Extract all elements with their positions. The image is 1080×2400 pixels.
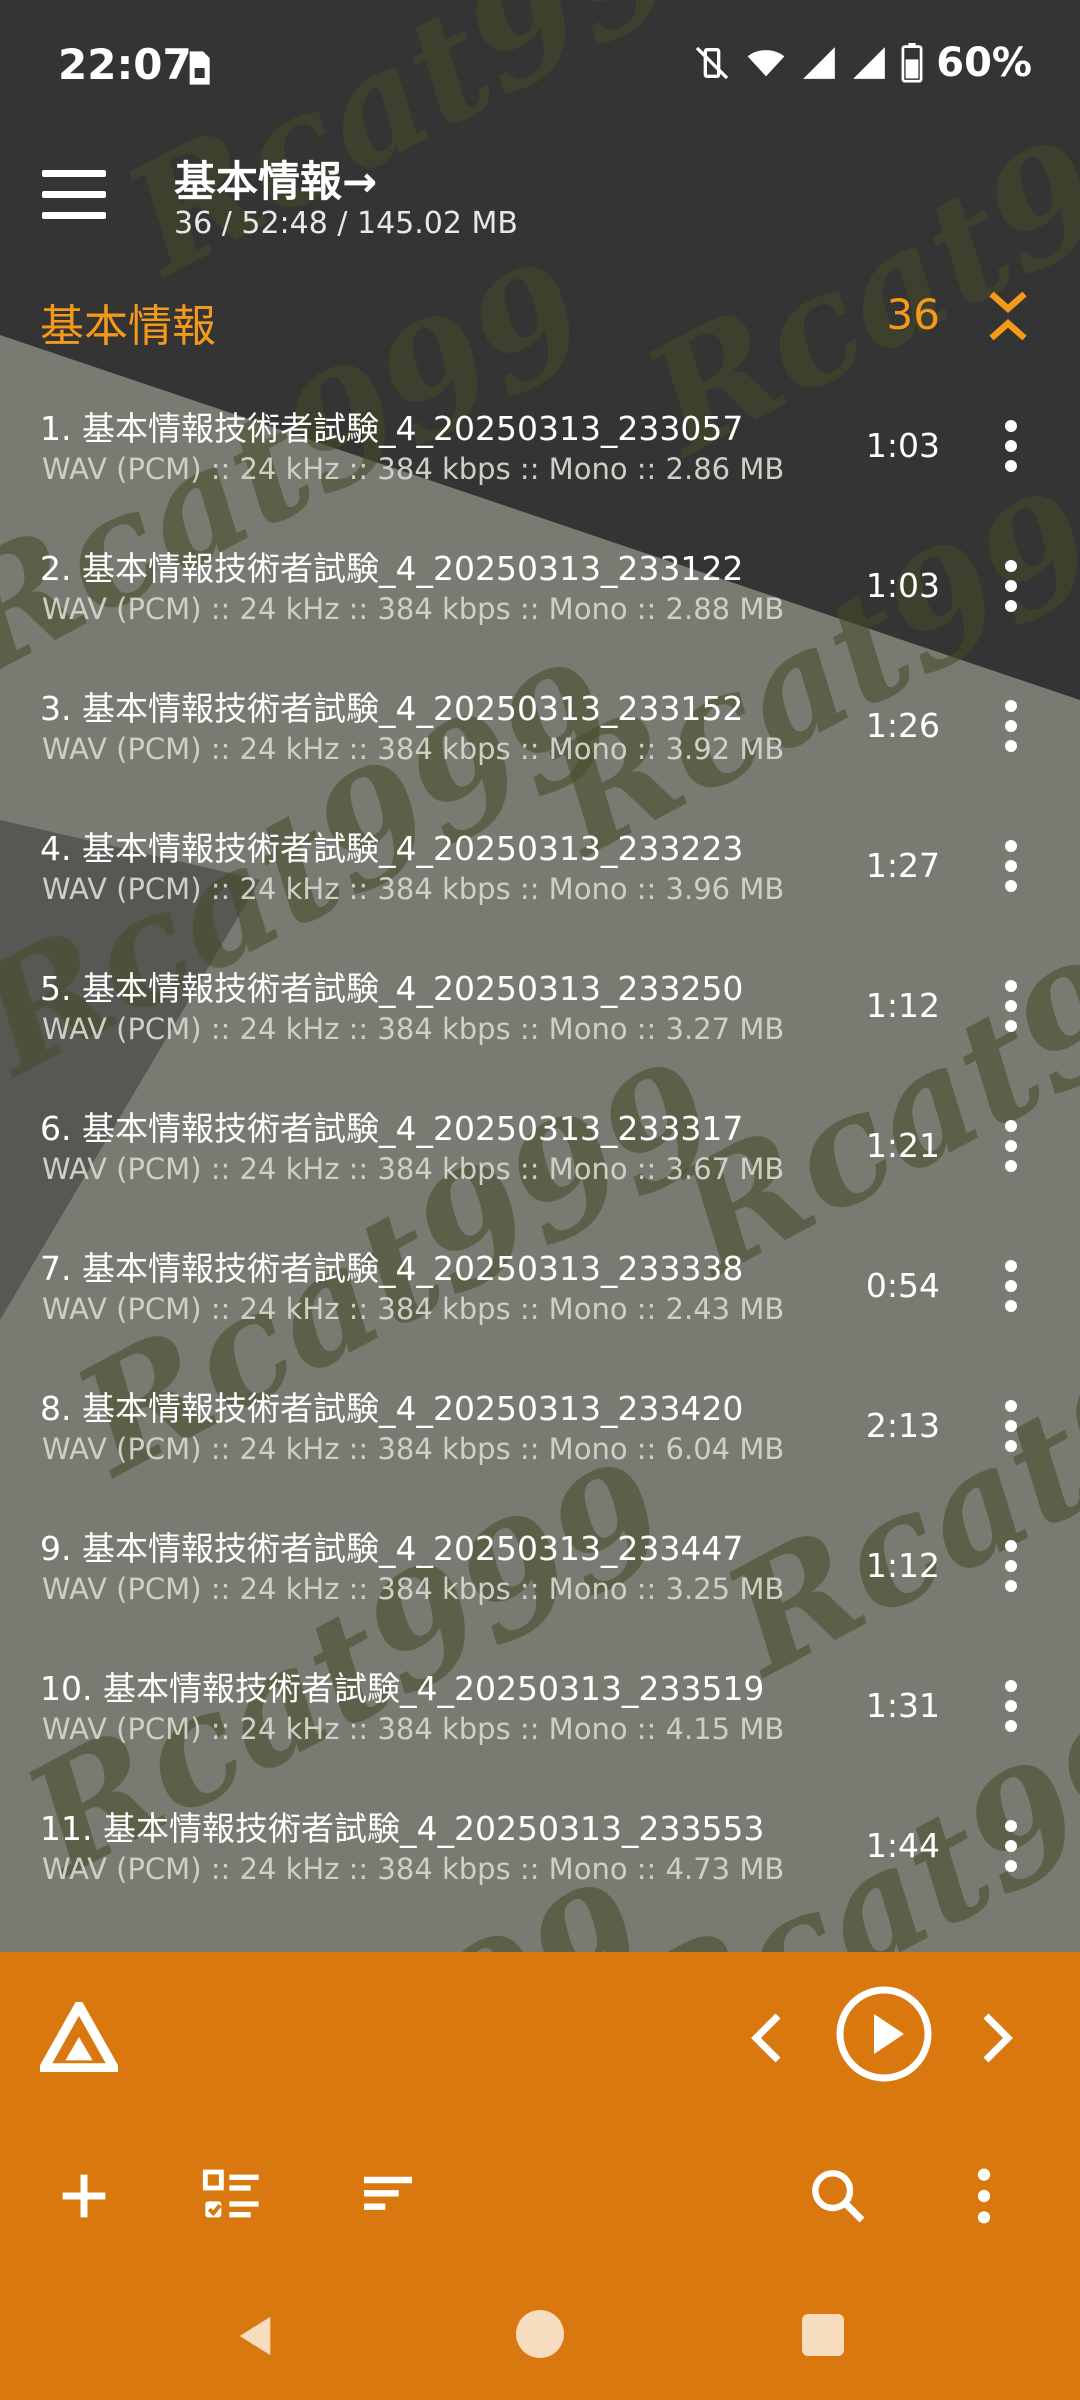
track-meta: WAV (PCM) :: 24 kHz :: 384 kbps :: Mono … xyxy=(42,732,785,766)
track-title: 10. 基本情報技術者試験_4_20250313_233519 xyxy=(40,1669,765,1708)
sort-icon[interactable] xyxy=(356,2164,420,2228)
track-row[interactable]: 11. 基本情報技術者試験_4_20250313_233553 WAV (PCM)… xyxy=(0,1780,1080,1920)
status-icons: 60% xyxy=(692,40,1032,86)
track-more-icon[interactable] xyxy=(1004,1120,1018,1180)
track-more-icon[interactable] xyxy=(1004,840,1018,900)
track-duration: 1:26 xyxy=(865,706,940,745)
track-duration: 1:03 xyxy=(865,566,940,605)
track-row[interactable]: 10. 基本情報技術者試験_4_20250313_233519 WAV (PCM)… xyxy=(0,1640,1080,1780)
track-more-icon[interactable] xyxy=(1004,1540,1018,1600)
track-title: 8. 基本情報技術者試験_4_20250313_233420 xyxy=(40,1389,744,1428)
playlist-title[interactable]: 基本情報→ xyxy=(174,148,377,209)
track-title: 6. 基本情報技術者試験_4_20250313_233317 xyxy=(40,1109,744,1148)
battery-percent: 60% xyxy=(936,40,1032,86)
track-title: 11. 基本情報技術者試験_4_20250313_233553 xyxy=(40,1809,765,1848)
track-meta: WAV (PCM) :: 24 kHz :: 384 kbps :: Mono … xyxy=(42,1852,785,1886)
track-more-icon[interactable] xyxy=(1004,1680,1018,1740)
status-bar: 22:07 60% xyxy=(0,0,1080,130)
track-row[interactable]: 9. 基本情報技術者試験_4_20250313_233447 WAV (PCM) … xyxy=(0,1500,1080,1640)
track-duration: 1:21 xyxy=(865,1126,940,1165)
track-more-icon[interactable] xyxy=(1004,1400,1018,1460)
collapse-icon[interactable] xyxy=(986,286,1030,346)
navigation-bar xyxy=(0,2272,1080,2400)
track-duration: 1:12 xyxy=(865,1546,940,1585)
track-title: 1. 基本情報技術者試験_4_20250313_233057 xyxy=(40,409,744,448)
app-bar: 基本情報→ 36 / 52:48 / 145.02 MB xyxy=(0,130,1080,270)
track-list[interactable]: 1. 基本情報技術者試験_4_20250313_233057 WAV (PCM) … xyxy=(0,380,1080,1952)
more-vert-icon[interactable] xyxy=(952,2164,1016,2228)
track-row[interactable]: 8. 基本情報技術者試験_4_20250313_233420 WAV (PCM) … xyxy=(0,1360,1080,1500)
search-icon[interactable] xyxy=(806,2164,870,2228)
playlist-summary: 36 / 52:48 / 145.02 MB xyxy=(174,206,518,241)
track-duration: 1:27 xyxy=(865,846,940,885)
track-more-icon[interactable] xyxy=(1004,700,1018,760)
track-duration: 1:12 xyxy=(865,986,940,1025)
folder-count: 36 xyxy=(886,290,940,339)
menu-button[interactable] xyxy=(42,170,106,226)
track-row[interactable]: 3. 基本情報技術者試験_4_20250313_233152 WAV (PCM) … xyxy=(0,660,1080,800)
track-row[interactable]: 4. 基本情報技術者試験_4_20250313_233223 WAV (PCM) … xyxy=(0,800,1080,940)
track-more-icon[interactable] xyxy=(1004,980,1018,1040)
wifi-icon xyxy=(747,50,785,77)
track-row[interactable]: 5. 基本情報技術者試験_4_20250313_233250 WAV (PCM) … xyxy=(0,940,1080,1080)
track-more-icon[interactable] xyxy=(1004,1820,1018,1880)
track-title: 4. 基本情報技術者試験_4_20250313_233223 xyxy=(40,829,744,868)
track-duration: 1:03 xyxy=(865,426,940,465)
track-title: 9. 基本情報技術者試験_4_20250313_233447 xyxy=(40,1529,744,1568)
track-duration: 1:31 xyxy=(865,1686,940,1725)
track-duration: 2:13 xyxy=(865,1406,940,1445)
play-icon[interactable] xyxy=(834,1984,934,2084)
track-title: 2. 基本情報技術者試験_4_20250313_233122 xyxy=(40,549,744,588)
recents-icon[interactable] xyxy=(802,2314,844,2356)
status-time: 22:07 xyxy=(58,40,192,89)
track-meta: WAV (PCM) :: 24 kHz :: 384 kbps :: Mono … xyxy=(42,1012,785,1046)
track-meta: WAV (PCM) :: 24 kHz :: 384 kbps :: Mono … xyxy=(42,1152,785,1186)
track-title: 5. 基本情報技術者試験_4_20250313_233250 xyxy=(40,969,744,1008)
track-duration: 1:44 xyxy=(865,1826,940,1865)
add-icon[interactable] xyxy=(52,2164,116,2228)
app-logo-icon[interactable] xyxy=(40,2002,118,2072)
back-icon[interactable] xyxy=(232,2312,278,2360)
home-icon[interactable] xyxy=(516,2310,564,2358)
track-title: 3. 基本情報技術者試験_4_20250313_233152 xyxy=(40,689,744,728)
track-meta: WAV (PCM) :: 24 kHz :: 384 kbps :: Mono … xyxy=(42,1712,785,1746)
track-row[interactable]: 6. 基本情報技術者試験_4_20250313_233317 WAV (PCM) … xyxy=(0,1080,1080,1220)
track-meta: WAV (PCM) :: 24 kHz :: 384 kbps :: Mono … xyxy=(42,1432,785,1466)
track-more-icon[interactable] xyxy=(1004,560,1018,620)
battery-icon xyxy=(901,43,923,83)
track-meta: WAV (PCM) :: 24 kHz :: 384 kbps :: Mono … xyxy=(42,1572,785,1606)
track-more-icon[interactable] xyxy=(1004,420,1018,480)
track-duration: 0:54 xyxy=(865,1266,940,1305)
track-meta: WAV (PCM) :: 24 kHz :: 384 kbps :: Mono … xyxy=(42,452,785,486)
track-row[interactable]: 7. 基本情報技術者試験_4_20250313_233338 WAV (PCM) … xyxy=(0,1220,1080,1360)
next-icon[interactable] xyxy=(976,2010,1020,2066)
track-row[interactable]: 2. 基本情報技術者試験_4_20250313_233122 WAV (PCM) … xyxy=(0,520,1080,660)
track-meta: WAV (PCM) :: 24 kHz :: 384 kbps :: Mono … xyxy=(42,1292,785,1326)
track-title: 7. 基本情報技術者試験_4_20250313_233338 xyxy=(40,1249,744,1288)
sim-card-icon xyxy=(189,51,210,85)
signal-icon xyxy=(803,47,836,79)
track-row[interactable]: 1. 基本情報技術者試験_4_20250313_233057 WAV (PCM) … xyxy=(0,380,1080,520)
vibrate-off-icon xyxy=(696,46,729,80)
track-more-icon[interactable] xyxy=(1004,1260,1018,1320)
previous-icon[interactable] xyxy=(744,2010,788,2066)
folder-title: 基本情報 xyxy=(40,301,216,352)
folder-header[interactable]: 基本情報 36 xyxy=(0,280,1080,360)
menu-icon xyxy=(42,170,106,177)
signal-icon xyxy=(853,47,886,79)
track-meta: WAV (PCM) :: 24 kHz :: 384 kbps :: Mono … xyxy=(42,592,785,626)
player-bar xyxy=(0,1952,1080,2272)
track-meta: WAV (PCM) :: 24 kHz :: 384 kbps :: Mono … xyxy=(42,872,785,906)
checklist-icon[interactable] xyxy=(200,2164,264,2228)
